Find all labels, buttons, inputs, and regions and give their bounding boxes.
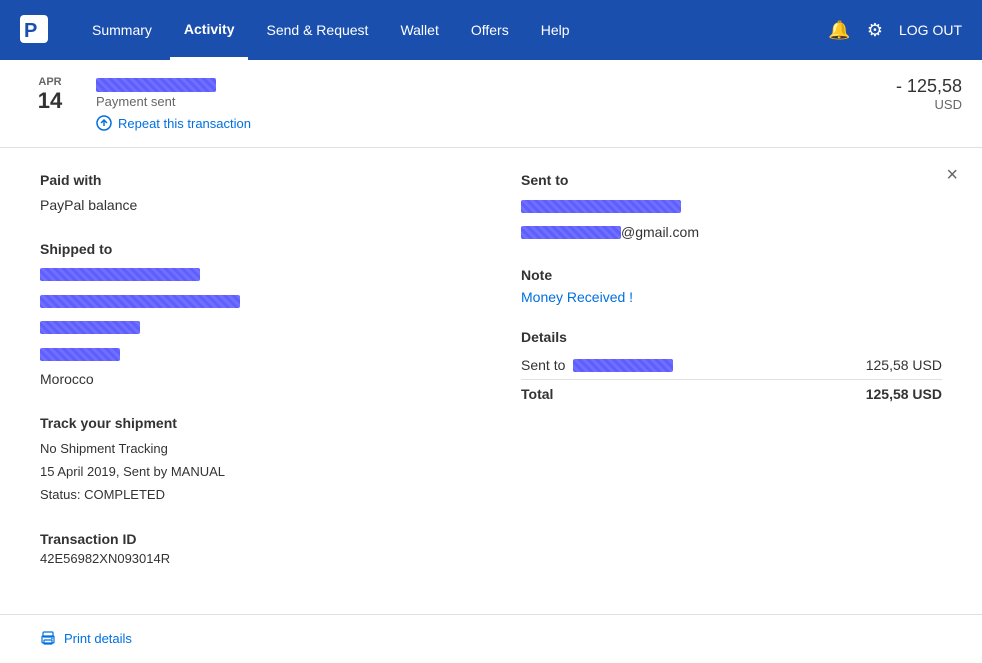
sent-to-email-domain: @gmail.com [621, 224, 699, 240]
detail-left-col: Paid with PayPal balance Shipped to Moro… [40, 172, 461, 590]
details-table: Sent to 125,58 USD Total 125,58 USD [521, 351, 942, 408]
track-no-shipment: No Shipment Tracking [40, 437, 461, 460]
svg-text:P: P [24, 20, 37, 42]
transaction-name [96, 76, 896, 92]
paid-with-value: PayPal balance [40, 194, 461, 216]
repeat-transaction-link[interactable]: Repeat this transaction [96, 115, 896, 131]
shipped-to-label: Shipped to [40, 241, 461, 257]
nav-item-wallet[interactable]: Wallet [386, 2, 452, 58]
details-amount: 125,58 USD [866, 357, 942, 373]
print-label: Print details [64, 631, 132, 646]
header-right: 🔔 ⚙ LOG OUT [828, 20, 962, 41]
transaction-info: Payment sent Repeat this transaction [96, 76, 896, 131]
nav-item-offers[interactable]: Offers [457, 2, 523, 58]
print-row[interactable]: Print details [0, 615, 982, 663]
sent-to-email-part-redacted [521, 226, 621, 239]
shipped-line2 [40, 289, 461, 311]
nav-item-summary[interactable]: Summary [78, 2, 166, 58]
shipped-addr-redacted [40, 295, 240, 308]
shipped-to-address: Morocco [40, 263, 461, 391]
shipped-name-redacted [40, 268, 200, 281]
shipped-line1 [40, 263, 461, 285]
transaction-amount: - 125,58 USD [896, 76, 962, 112]
detail-right-col: Sent to @gmail.com Note Money Received !… [521, 172, 942, 590]
transaction-status: Payment sent [96, 94, 896, 109]
transaction-date: APR 14 [20, 76, 80, 114]
sent-to-label: Sent to [521, 172, 942, 188]
sent-to-section: Sent to @gmail.com [521, 172, 942, 243]
print-icon [40, 631, 56, 647]
sent-to-name: @gmail.com [521, 194, 942, 243]
nav-item-send-request[interactable]: Send & Request [252, 2, 382, 58]
nav-item-help[interactable]: Help [527, 2, 584, 58]
details-row-total: Total 125,58 USD [521, 380, 942, 408]
note-section: Note Money Received ! [521, 267, 942, 305]
track-status: Status: COMPLETED [40, 483, 461, 506]
details-label: Details [521, 329, 942, 345]
amount-value: - 125,58 [896, 76, 962, 97]
paypal-logo[interactable]: P [20, 15, 48, 46]
shipped-to-section: Shipped to Morocco [40, 241, 461, 391]
close-button[interactable]: × [946, 164, 958, 187]
repeat-icon [96, 115, 112, 131]
details-row-sent: Sent to 125,58 USD [521, 351, 942, 380]
note-value: Money Received ! [521, 289, 942, 305]
total-label: Total [521, 386, 553, 402]
detail-panel: × Paid with PayPal balance Shipped to Mo… [0, 148, 982, 615]
details-sent-name-redacted [573, 359, 673, 372]
date-day: 14 [20, 88, 80, 114]
total-amount: 125,58 USD [866, 386, 942, 402]
track-shipment-section: Track your shipment No Shipment Tracking… [40, 415, 461, 507]
transaction-id-section: Transaction ID 42E56982XN093014R [40, 531, 461, 566]
details-sent-to-label: Sent to [521, 357, 673, 373]
detail-columns: Paid with PayPal balance Shipped to Moro… [40, 172, 942, 590]
logout-button[interactable]: LOG OUT [899, 22, 962, 38]
sent-to-name-redacted [521, 200, 681, 213]
nav-item-activity[interactable]: Activity [170, 1, 249, 60]
details-section: Details Sent to 125,58 USD Total 125,58 … [521, 329, 942, 408]
shipped-country: Morocco [40, 368, 461, 390]
transaction-name-redacted [96, 78, 216, 92]
paid-with-section: Paid with PayPal balance [40, 172, 461, 216]
txn-id-value: 42E56982XN093014R [40, 551, 461, 566]
settings-icon[interactable]: ⚙ [867, 20, 883, 41]
shipped-city-redacted [40, 321, 140, 334]
shipped-zip-redacted [40, 348, 120, 361]
repeat-label: Repeat this transaction [118, 116, 251, 131]
shipped-line4 [40, 342, 461, 364]
header: P Summary Activity Send & Request Wallet… [0, 0, 982, 60]
notification-icon[interactable]: 🔔 [828, 20, 850, 41]
track-info: No Shipment Tracking 15 April 2019, Sent… [40, 437, 461, 507]
amount-currency: USD [896, 97, 962, 112]
note-label: Note [521, 267, 942, 283]
date-month: APR [20, 76, 80, 88]
shipped-line3 [40, 315, 461, 337]
main-nav: Summary Activity Send & Request Wallet O… [78, 1, 828, 60]
txn-id-label: Transaction ID [40, 531, 461, 547]
transaction-row: APR 14 Payment sent Repeat this transact… [0, 60, 982, 148]
paid-with-label: Paid with [40, 172, 461, 188]
track-date: 15 April 2019, Sent by MANUAL [40, 460, 461, 483]
track-shipment-label: Track your shipment [40, 415, 461, 431]
